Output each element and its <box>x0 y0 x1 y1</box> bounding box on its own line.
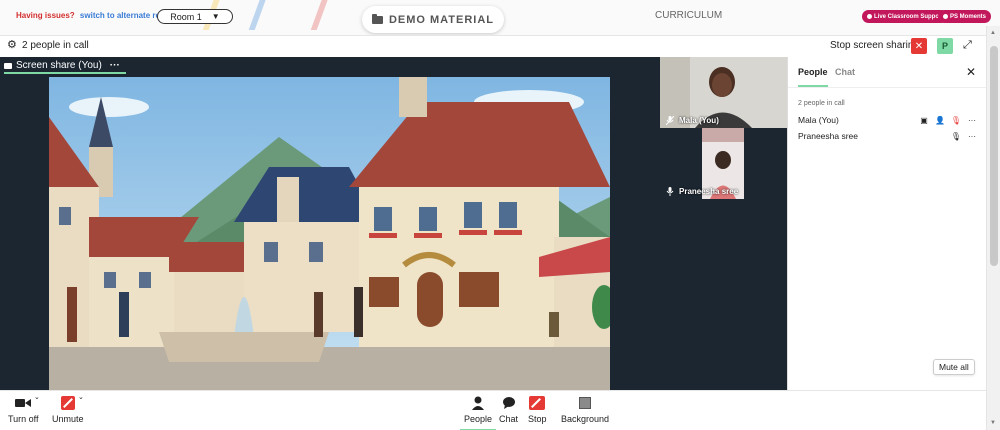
issues-question: Having issues? <box>16 11 75 20</box>
village-scene-illustration <box>49 77 610 390</box>
participant-tile[interactable]: Mala (You) <box>660 57 787 128</box>
mic-icon[interactable]: 🎙 <box>950 132 962 141</box>
chat-label: Chat <box>499 414 519 424</box>
moments-icon <box>943 14 948 19</box>
people-in-call-count: 2 people in call <box>22 40 89 51</box>
background-label: Background <box>561 414 610 424</box>
stop-label: Stop <box>528 414 547 424</box>
ps-moments-label: PS Moments <box>950 13 987 20</box>
stop-screen-icon <box>529 395 546 411</box>
person-name: Praneesha sree <box>798 131 859 141</box>
live-support-button[interactable]: Live Classroom Support <box>862 10 949 23</box>
more-options-icon[interactable]: ··· <box>966 132 978 141</box>
folder-icon <box>371 13 383 24</box>
unmute-label: Unmute <box>52 414 84 424</box>
screen-share-icon <box>4 62 12 69</box>
camera-icon <box>15 395 32 411</box>
person-name: Mala (You) <box>798 115 839 125</box>
person-row: Mala (You) ▣ 👤 🎙 ··· <box>798 114 978 126</box>
video-stage: Screen share (You) ··· Mala (You) Pranee… <box>0 57 787 390</box>
demo-material-button[interactable]: DEMO MATERIAL <box>362 6 504 33</box>
chat-button[interactable]: Chat <box>499 395 518 424</box>
background-icon <box>579 395 592 411</box>
curriculum-tab[interactable]: CURRICULUM <box>655 10 722 21</box>
participant-name-tag: Praneesha sree <box>666 187 738 196</box>
mic-off-icon[interactable]: 🎙 <box>950 116 962 125</box>
gear-icon[interactable]: ⚙ <box>7 40 18 51</box>
call-controls: Turn off ⌄ Unmute ⌄ People Chat Stop Bac… <box>0 390 986 430</box>
room-select[interactable]: Room 1 ▼ <box>157 9 233 24</box>
participant-badge[interactable]: P <box>937 38 953 54</box>
panel-people-count: 2 people in call <box>798 100 845 107</box>
expand-icon[interactable]: ⤢ <box>963 39 972 52</box>
more-options-icon[interactable]: ··· <box>110 60 120 71</box>
issues-notice: Having issues? switch to alternate room <box>16 11 172 20</box>
scroll-thumb[interactable] <box>990 46 998 266</box>
ps-moments-button[interactable]: PS Moments <box>938 10 992 23</box>
people-label: People <box>463 414 493 424</box>
stop-sharing-label: Stop screen sharing <box>830 40 919 51</box>
stop-sharing-button[interactable]: ✕ <box>911 38 927 54</box>
room-select-value: Room 1 <box>170 11 202 22</box>
caret-down-icon: ▼ <box>211 12 220 21</box>
participant-tile[interactable]: Praneesha sree <box>660 128 787 199</box>
people-button[interactable]: People <box>460 395 496 430</box>
people-panel: People Chat ✕ 2 people in call Mala (You… <box>787 57 987 390</box>
page-scrollbar[interactable]: ▲ ▼ <box>986 26 1000 430</box>
chat-icon <box>502 395 516 411</box>
shared-screen-image <box>49 77 610 390</box>
chevron-down-icon[interactable]: ⌄ <box>34 393 40 401</box>
more-options-icon[interactable]: ··· <box>966 116 978 125</box>
decoration-stripe <box>248 0 270 30</box>
scroll-up-icon[interactable]: ▲ <box>990 30 996 36</box>
tab-people[interactable]: People <box>798 67 828 87</box>
tab-chat[interactable]: Chat <box>835 67 855 77</box>
chevron-down-icon[interactable]: ⌄ <box>78 393 84 401</box>
person-row: Praneesha sree 🎙 ··· <box>798 130 978 142</box>
stop-sharing-control[interactable]: Stop <box>528 395 547 424</box>
top-bar: Having issues? switch to alternate room … <box>0 0 1000 36</box>
decoration-stripe <box>310 0 332 30</box>
background-button[interactable]: Background <box>561 395 609 424</box>
screen-share-icon[interactable]: ▣ <box>918 116 930 125</box>
demo-material-label: DEMO MATERIAL <box>388 13 495 26</box>
person-icon <box>472 395 484 411</box>
turn-off-label: Turn off <box>8 414 39 424</box>
mic-off-icon <box>666 116 674 125</box>
mic-off-icon <box>60 395 75 411</box>
scroll-down-icon[interactable]: ▼ <box>990 420 996 426</box>
screen-share-label: Screen share (You) <box>16 60 102 71</box>
live-support-label: Live Classroom Support <box>874 13 944 20</box>
support-icon <box>867 14 872 19</box>
mute-all-button[interactable]: Mute all <box>933 359 975 375</box>
close-icon[interactable]: ✕ <box>966 65 976 79</box>
participant-name: Mala (You) <box>679 116 719 125</box>
call-bar: ⚙ 2 people in call Stop screen sharing ✕… <box>0 36 986 56</box>
person-pin-icon[interactable]: 👤 <box>934 116 946 125</box>
participant-name: Praneesha sree <box>679 187 739 196</box>
participant-name-tag: Mala (You) <box>666 116 719 125</box>
mic-icon <box>666 187 674 196</box>
divider <box>788 87 987 88</box>
screen-share-tab[interactable]: Screen share (You) ··· <box>4 59 126 74</box>
